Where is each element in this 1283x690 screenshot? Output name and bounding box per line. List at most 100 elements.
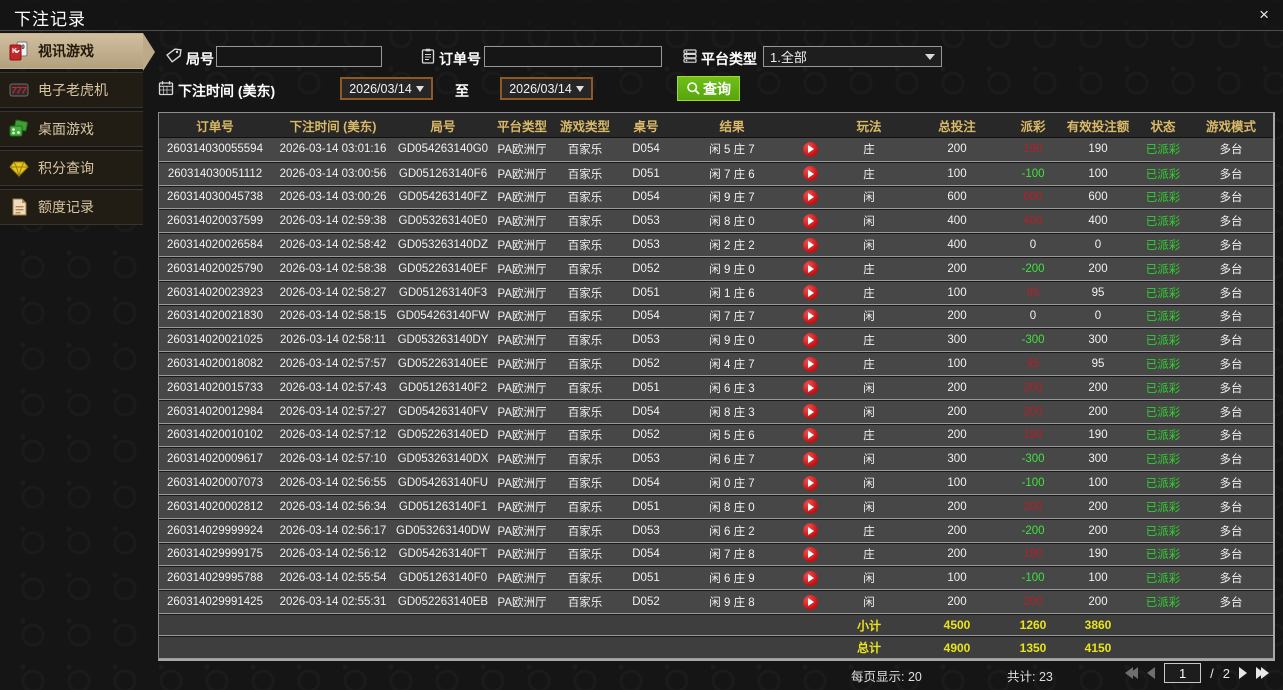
sidebar-item-points[interactable]: 积分查询 (0, 150, 143, 186)
grandtotal-row-cell-result (675, 636, 789, 659)
cell-game_type: 百家乐 (553, 542, 617, 567)
cell-round: GD052263140EB (395, 590, 491, 614)
play-button[interactable] (802, 380, 818, 396)
first-page-icon[interactable] (1125, 667, 1139, 679)
play-button[interactable] (802, 404, 818, 420)
order-number-input[interactable] (484, 46, 662, 67)
cell-payout: 400 (1007, 209, 1059, 234)
table-row: 260314020021830 2026-03-14 02:58:15 GD0542… (159, 304, 1273, 329)
play-button[interactable] (802, 237, 818, 253)
sidebar-item-video-games[interactable]: 9K 视讯游戏 (0, 33, 155, 71)
next-page-icon[interactable] (1239, 667, 1247, 679)
sidebar-item-quota-records[interactable]: 额度记录 (0, 189, 143, 225)
cell-valid_bet: 200 (1059, 494, 1137, 519)
play-icon (808, 383, 814, 392)
cell-result: 闲 6 庄 3 (675, 375, 789, 400)
close-icon[interactable]: × (1259, 4, 1269, 26)
play-button[interactable] (802, 141, 818, 157)
svg-text:777: 777 (11, 86, 27, 96)
play-button[interactable] (802, 213, 818, 229)
cell-table_no: D054 (617, 185, 675, 210)
column-header: 下注时间 (美东) (271, 113, 395, 138)
cell-table_no: D051 (617, 566, 675, 591)
play-button[interactable] (802, 523, 818, 539)
play-button[interactable] (802, 189, 818, 205)
play-button[interactable] (802, 427, 818, 443)
cell-round: GD051263140F3 (395, 280, 491, 305)
cell-play: 闲 (831, 471, 907, 495)
table-row: 260314029995788 2026-03-14 02:55:54 GD0512… (159, 566, 1273, 591)
cell-payout: -100 (1007, 566, 1059, 591)
play-button[interactable] (802, 499, 818, 515)
play-button[interactable] (802, 475, 818, 491)
table-row: 260314020015733 2026-03-14 02:57:43 GD0512… (159, 375, 1273, 400)
cell-result: 闲 9 庄 0 (675, 256, 789, 281)
cell-order: 260314029999924 (159, 518, 271, 543)
platform-type-select[interactable]: 1.全部 (763, 46, 942, 67)
cell-table_no: D051 (617, 280, 675, 305)
play-button[interactable] (802, 261, 818, 277)
platform-type-value: 1.全部 (770, 50, 807, 65)
cell-total_bet: 400 (907, 233, 1007, 257)
current-page-input[interactable]: 1 (1164, 663, 1202, 683)
cell-status: 已派彩 (1137, 304, 1189, 329)
sidebar: 9K 视讯游戏 777 电子老虎机 桌面游戏 积分查询 额度记录 (0, 33, 155, 228)
cell-total_bet: 100 (907, 280, 1007, 305)
table-row: 260314020025790 2026-03-14 02:58:38 GD0522… (159, 256, 1273, 281)
play-button[interactable] (802, 332, 818, 348)
cell-status: 已派彩 (1137, 375, 1189, 400)
cell-play: 闲 (831, 494, 907, 519)
play-button[interactable] (802, 285, 818, 301)
play-button[interactable] (802, 308, 818, 324)
cell-result: 闲 9 庄 7 (675, 185, 789, 210)
grandtotal-row-cell-play: 总计 (831, 636, 907, 659)
round-number-input[interactable] (216, 46, 382, 67)
cell-status: 已派彩 (1137, 256, 1189, 281)
prev-page-icon[interactable] (1147, 667, 1156, 679)
cell-time: 2026-03-14 02:57:12 (271, 423, 395, 448)
query-button[interactable]: 查询 (677, 76, 740, 101)
cell-game_type: 百家乐 (553, 590, 617, 614)
cell-play: 庄 (831, 328, 907, 353)
cell-play: 闲 (831, 233, 907, 257)
play-button[interactable] (802, 356, 818, 372)
play-button[interactable] (802, 570, 818, 586)
date-to-picker[interactable]: 2026/03/14 (500, 77, 593, 100)
clipboard-icon (420, 48, 436, 64)
cell-table_no: D054 (617, 399, 675, 424)
cell-status: 已派彩 (1137, 209, 1189, 234)
cell-valid_bet: 200 (1059, 590, 1137, 614)
grandtotal-row: 总计 4900 1350 4150 (159, 636, 1273, 659)
cell-table_no: D054 (617, 138, 675, 162)
cell-mode: 多台 (1189, 185, 1273, 210)
play-button[interactable] (802, 451, 818, 467)
cell-play: 庄 (831, 280, 907, 305)
play-button[interactable] (802, 594, 818, 610)
date-from-picker[interactable]: 2026/03/14 (340, 77, 433, 100)
cell-table_no: D053 (617, 209, 675, 234)
play-icon (808, 193, 814, 202)
play-button[interactable] (802, 546, 818, 562)
cell-order: 260314020023923 (159, 280, 271, 305)
column-header: 游戏模式 (1189, 113, 1273, 138)
play-button[interactable] (802, 166, 818, 182)
subtotal-row-cell-status (1137, 613, 1189, 637)
cell-time: 2026-03-14 03:00:26 (271, 185, 395, 210)
cell-valid_bet: 190 (1059, 138, 1137, 162)
sidebar-item-label: 桌面游戏 (38, 121, 94, 137)
cell-play_btn (789, 138, 831, 162)
cell-result: 闲 9 庄 0 (675, 328, 789, 353)
sidebar-item-table-games[interactable]: 桌面游戏 (0, 111, 143, 147)
cell-order: 260314020010102 (159, 423, 271, 448)
table-row: 260314029999924 2026-03-14 02:56:17 GD0532… (159, 518, 1273, 543)
cell-play: 闲 (831, 566, 907, 591)
cell-game_type: 百家乐 (553, 138, 617, 162)
sidebar-item-slots[interactable]: 777 电子老虎机 (0, 72, 143, 108)
last-page-icon[interactable] (1256, 667, 1269, 679)
cell-time: 2026-03-14 02:57:43 (271, 375, 395, 400)
cell-valid_bet: 0 (1059, 304, 1137, 329)
cell-order: 260314029995788 (159, 566, 271, 591)
date-from-value: 2026/03/14 (349, 81, 412, 96)
cell-valid_bet: 95 (1059, 280, 1137, 305)
cell-total_bet: 100 (907, 566, 1007, 591)
